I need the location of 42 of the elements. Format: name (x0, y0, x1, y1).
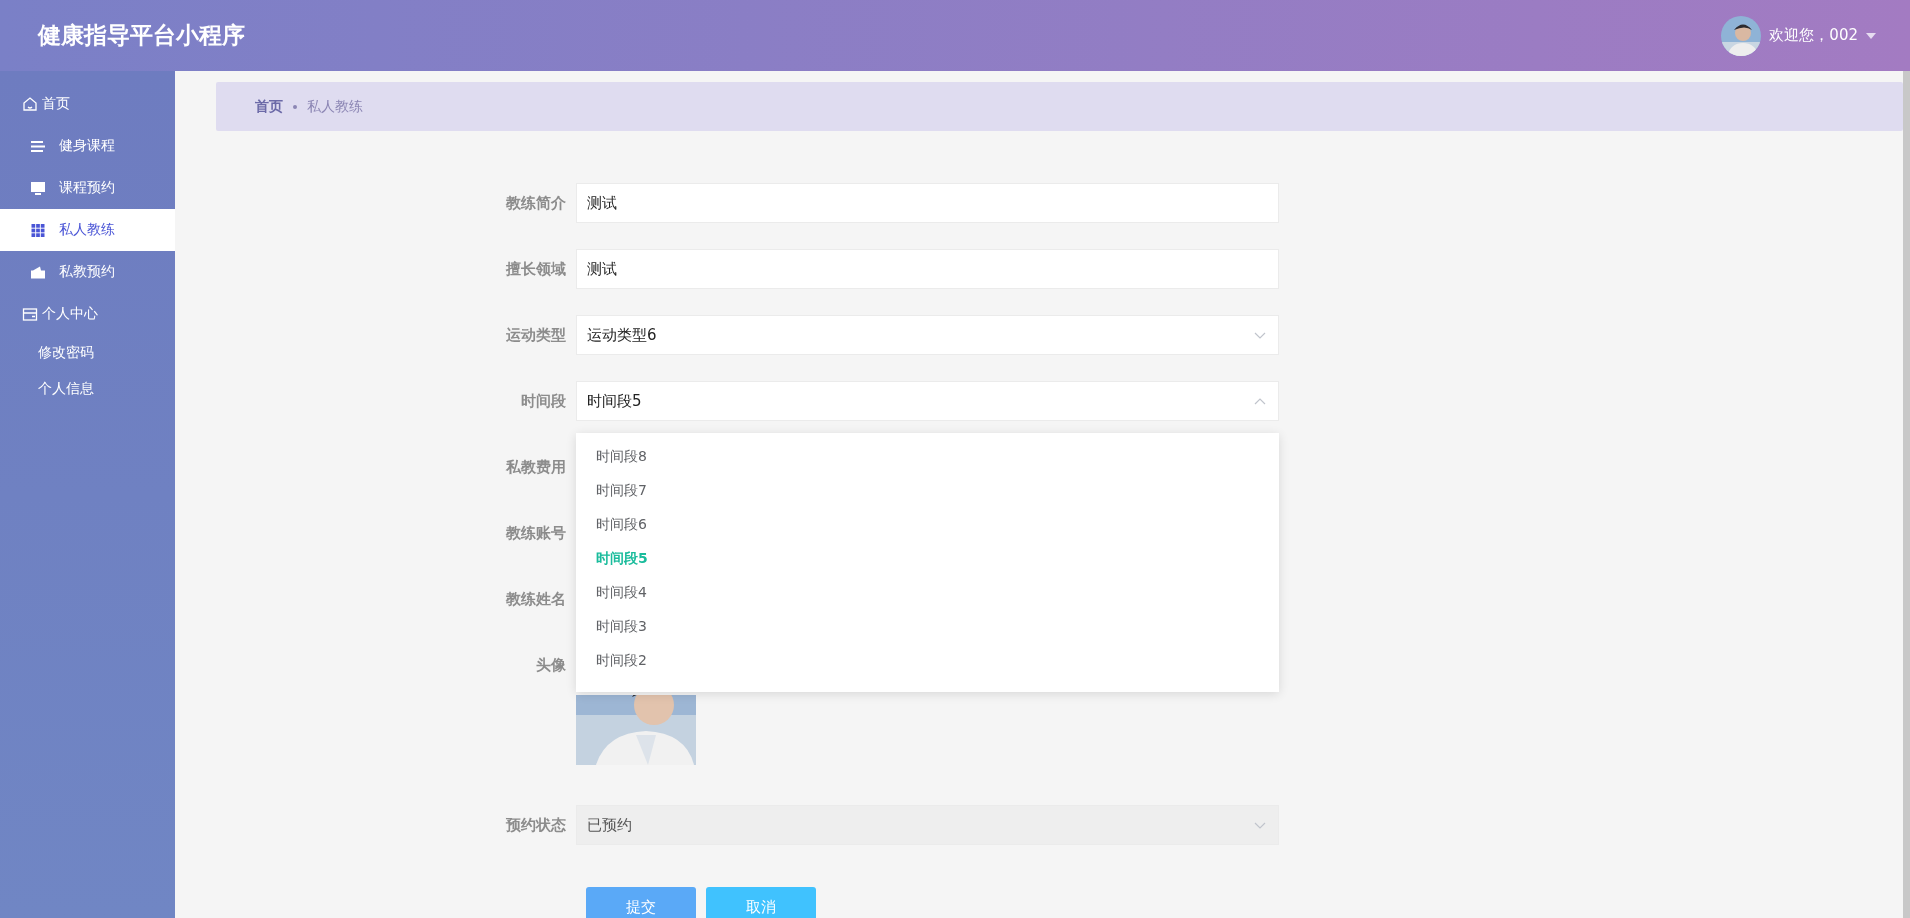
sidebar-section[interactable]: 首页 (0, 83, 175, 125)
select-field[interactable]: 运动类型6 (576, 315, 1279, 355)
input-field[interactable]: 测试 (576, 183, 1279, 223)
input-field[interactable]: 测试 (576, 249, 1279, 289)
dropdown-option[interactable]: 时间段8 (576, 439, 1279, 473)
chevron-down-icon (1254, 821, 1266, 829)
sidebar-item[interactable]: 修改密码 (0, 335, 175, 371)
sidebar-item[interactable]: 个人信息 (0, 371, 175, 407)
sidebar-item[interactable]: 健身课程 (0, 125, 175, 167)
dropdown-option[interactable]: 时间段3 (576, 609, 1279, 643)
wallet-icon (31, 265, 45, 279)
field-label: 私教费用 (505, 457, 567, 478)
field-label: 擅长领域 (505, 259, 567, 280)
field-label: 时间段 (520, 391, 567, 412)
sidebar-item[interactable]: 私教预约 (0, 251, 175, 293)
grid-icon (31, 223, 45, 237)
select-field[interactable]: 时间段5 (576, 381, 1279, 421)
home-icon (22, 96, 38, 112)
list-icon (31, 139, 45, 153)
sidebar-item[interactable]: 课程预约 (0, 167, 175, 209)
chevron-down-icon (1254, 331, 1266, 339)
dropdown-option[interactable]: 时间段7 (576, 473, 1279, 507)
field-label: 运动类型 (505, 325, 567, 346)
card-icon (22, 306, 38, 322)
separator-dot (293, 104, 297, 109)
field-label: 教练简介 (505, 193, 567, 214)
field-label: 教练账号 (505, 523, 567, 544)
chevron-up-icon (1254, 397, 1266, 405)
field-label: 预约状态 (505, 815, 567, 836)
field-label: 教练姓名 (505, 589, 567, 610)
field-label: 头像 (535, 655, 567, 676)
scrollbar[interactable] (1903, 71, 1910, 918)
app-title: 健康指导平台小程序 (38, 21, 245, 50)
sidebar-section[interactable]: 个人中心 (0, 293, 175, 335)
dropdown-option[interactable]: 时间段6 (576, 507, 1279, 541)
dropdown-option[interactable]: 时间段2 (576, 643, 1279, 677)
user-greeting[interactable]: 欢迎您，002 (1769, 26, 1858, 45)
breadcrumb-link[interactable]: 首页 (255, 97, 283, 116)
dropdown-option[interactable]: 时间段4 (576, 575, 1279, 609)
sidebar-item[interactable]: 私人教练 (0, 209, 175, 251)
caret-icon[interactable] (1866, 32, 1876, 39)
monitor-icon (31, 181, 45, 195)
